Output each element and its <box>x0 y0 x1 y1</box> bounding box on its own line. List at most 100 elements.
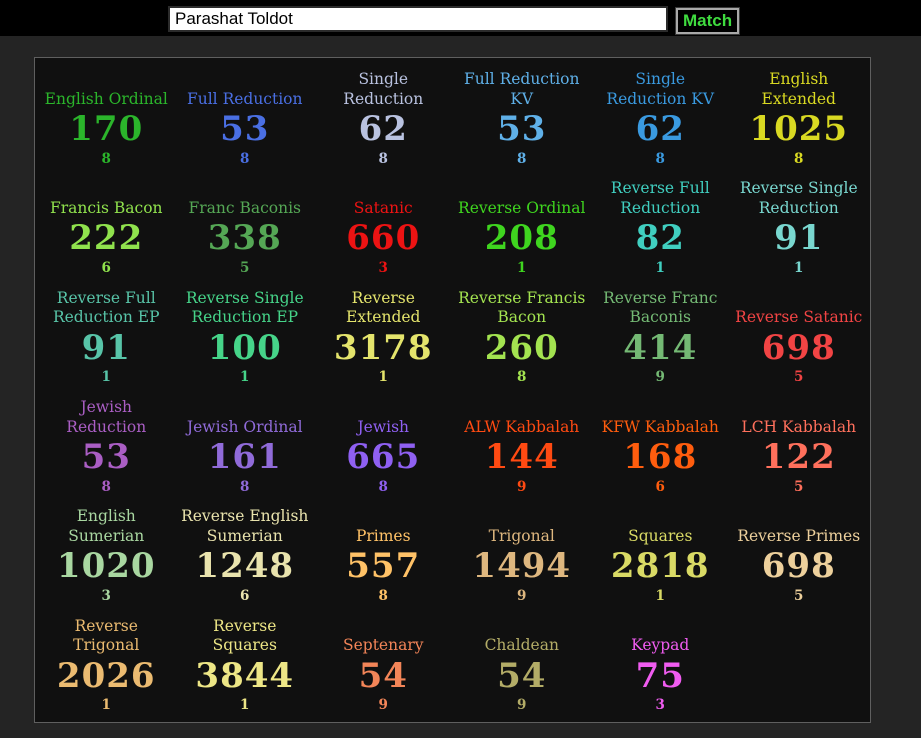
cipher-cell: Reverse Primes 698 5 <box>730 499 869 608</box>
cipher-reduced-digit: 1 <box>655 588 665 605</box>
cipher-reduced-digit: 1 <box>101 697 111 714</box>
cipher-reduced-digit: 1 <box>101 369 111 386</box>
cipher-name: Reverse Primes <box>737 526 861 545</box>
cipher-reduced-digit: 8 <box>240 478 250 495</box>
cipher-value: 53 <box>497 109 547 149</box>
cipher-cell: Keypad 75 3 <box>591 609 730 718</box>
cipher-value: 122 <box>761 437 836 477</box>
cipher-name: Trigonal <box>488 526 555 545</box>
cipher-reduced-digit: 8 <box>517 150 527 167</box>
cipher-cell: Chaldean 54 9 <box>453 609 592 718</box>
cipher-reduced-digit: 8 <box>101 150 111 167</box>
cipher-value: 414 <box>623 327 698 368</box>
cipher-cell: English Extended 1025 8 <box>730 62 869 171</box>
cipher-cell: Full Reduction 53 8 <box>176 62 315 171</box>
cipher-cell: Jewish 665 8 <box>314 390 453 499</box>
cipher-value: 222 <box>69 218 144 259</box>
cipher-cell: Squares 2818 1 <box>591 499 730 608</box>
cipher-cell: Reverse Franc Baconis 414 9 <box>591 281 730 390</box>
match-button[interactable]: Match <box>676 8 740 34</box>
cipher-cell: Reverse Satanic 698 5 <box>730 281 869 390</box>
cipher-cell: Jewish Reduction 53 8 <box>37 390 176 499</box>
cipher-value: 338 <box>207 218 282 259</box>
cipher-grid: English Ordinal 170 8 Full Reduction 53 … <box>35 58 870 722</box>
cipher-reduced-digit: 9 <box>378 697 388 714</box>
cipher-name: Jewish <box>357 417 410 436</box>
top-search-bar: Match <box>0 0 921 36</box>
cipher-value: 100 <box>207 327 282 368</box>
cipher-name: English Extended <box>761 70 836 108</box>
cipher-reduced-digit: 8 <box>240 150 250 167</box>
cipher-value: 91 <box>774 218 824 259</box>
cipher-name: Reverse Franc Baconis <box>603 288 718 327</box>
cipher-cell: Reverse Full Reduction EP 91 1 <box>37 281 176 390</box>
cipher-cell: Reverse Single Reduction EP 100 1 <box>176 281 315 390</box>
cipher-name: LCH Kabbalah <box>741 417 857 436</box>
cipher-cell: Reverse Ordinal 208 1 <box>453 171 592 280</box>
cipher-name: Chaldean <box>484 636 559 655</box>
cipher-reduced-digit: 6 <box>655 478 665 495</box>
cipher-value: 665 <box>346 437 421 477</box>
cipher-name: ALW Kabbalah <box>464 417 580 436</box>
cipher-reduced-digit: 1 <box>655 260 665 277</box>
cipher-name: Squares <box>628 526 693 545</box>
cipher-name: Jewish Reduction <box>66 398 147 436</box>
cipher-reduced-digit: 9 <box>655 369 665 386</box>
cipher-reduced-digit: 3 <box>101 588 111 605</box>
cipher-cell: Jewish Ordinal 161 8 <box>176 390 315 499</box>
cipher-name: Reverse Squares <box>212 616 277 655</box>
cipher-cell: Reverse Squares 3844 1 <box>176 609 315 718</box>
cipher-name: KFW Kabbalah <box>601 417 719 436</box>
cipher-name: Reverse Full Reduction <box>610 179 710 217</box>
cipher-reduced-digit: 9 <box>517 697 527 714</box>
cipher-value: 54 <box>358 655 408 696</box>
cipher-cell: Single Reduction KV 62 8 <box>591 62 730 171</box>
cipher-value: 144 <box>484 437 559 477</box>
cipher-value: 698 <box>761 327 836 368</box>
cipher-cell: ALW Kabbalah 144 9 <box>453 390 592 499</box>
gematria-results-panel: English Ordinal 170 8 Full Reduction 53 … <box>34 57 871 723</box>
cipher-name: Single Reduction <box>343 70 424 108</box>
cipher-value: 3844 <box>195 655 295 696</box>
cipher-name: Full Reduction KV <box>463 70 580 108</box>
cipher-reduced-digit: 8 <box>517 369 527 386</box>
cipher-cell: Reverse Trigonal 2026 1 <box>37 609 176 718</box>
cipher-reduced-digit: 9 <box>517 588 527 605</box>
cipher-cell: KFW Kabbalah 168 6 <box>591 390 730 499</box>
cipher-name: Single Reduction KV <box>606 70 715 108</box>
cipher-reduced-digit: 1 <box>378 369 388 386</box>
cipher-reduced-digit: 9 <box>517 478 527 495</box>
cipher-reduced-digit: 5 <box>794 478 804 495</box>
cipher-name: Reverse Trigonal <box>73 616 140 655</box>
cipher-value: 1494 <box>472 546 572 587</box>
cipher-value: 698 <box>761 546 836 587</box>
cipher-reduced-digit: 5 <box>240 260 250 277</box>
cipher-name: Keypad <box>631 636 690 655</box>
cipher-reduced-digit: 8 <box>378 588 388 605</box>
cipher-value: 2818 <box>610 546 710 587</box>
cipher-name: Reverse Satanic <box>735 308 863 327</box>
cipher-cell: Septenary 54 9 <box>314 609 453 718</box>
cipher-cell: English Ordinal 170 8 <box>37 62 176 171</box>
cipher-value: 82 <box>635 218 685 259</box>
cipher-name: Primes <box>355 526 411 545</box>
cipher-cell: LCH Kabbalah 122 5 <box>730 390 869 499</box>
cipher-name: Franc Baconis <box>188 198 302 217</box>
cipher-reduced-digit: 8 <box>101 478 111 495</box>
cipher-value: 53 <box>81 437 131 477</box>
cipher-reduced-digit: 1 <box>240 369 250 386</box>
cipher-reduced-digit: 8 <box>794 150 804 167</box>
phrase-input[interactable] <box>168 6 668 32</box>
cipher-name: Jewish Ordinal <box>186 417 303 436</box>
cipher-cell: Reverse Full Reduction 82 1 <box>591 171 730 280</box>
cipher-value: 62 <box>635 109 685 149</box>
cipher-cell: Trigonal 1494 9 <box>453 499 592 608</box>
cipher-value: 1025 <box>749 109 849 149</box>
cipher-name: Satanic <box>353 198 413 217</box>
cipher-name: Reverse Single Reduction EP <box>185 288 304 327</box>
cipher-cell: Full Reduction KV 53 8 <box>453 62 592 171</box>
cipher-cell: Primes 557 8 <box>314 499 453 608</box>
cipher-name: Reverse Full Reduction EP <box>52 288 160 327</box>
cipher-cell: Reverse Extended 3178 1 <box>314 281 453 390</box>
cipher-reduced-digit: 1 <box>517 260 527 277</box>
